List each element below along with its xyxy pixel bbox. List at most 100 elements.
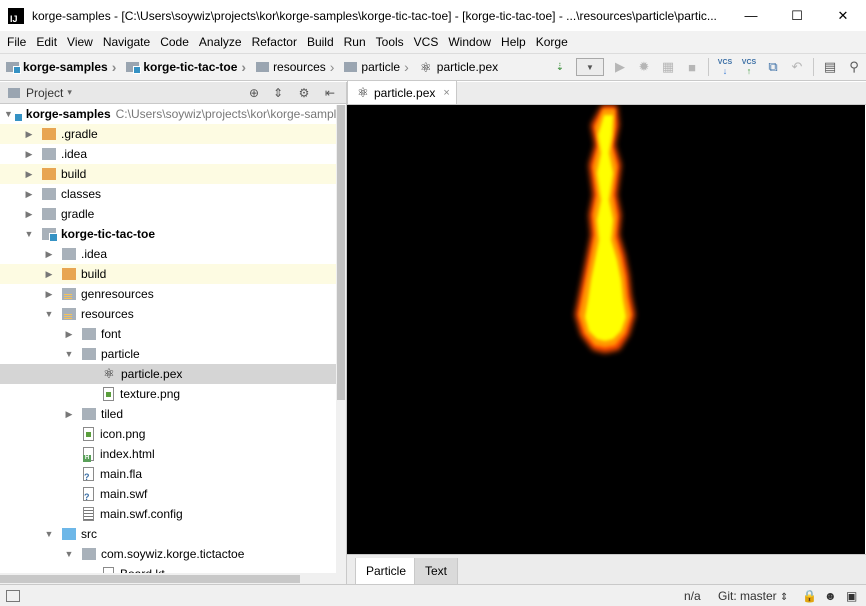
tree-expand-arrow[interactable]: ▶: [44, 289, 54, 300]
menu-vcs[interactable]: VCS: [409, 31, 444, 53]
debug-icon[interactable]: ✹: [633, 56, 655, 78]
text-file-icon: [83, 507, 94, 521]
project-vertical-scrollbar[interactable]: [336, 105, 346, 584]
tree-expand-arrow[interactable]: ▼: [4, 109, 13, 119]
breadcrumb-korge-tic-tac-toe[interactable]: korge-tic-tac-toe ›: [120, 54, 250, 80]
chevron-right-icon: ›: [111, 59, 117, 75]
search-everywhere-icon[interactable]: ⚲: [843, 56, 865, 78]
menu-help[interactable]: Help: [496, 31, 531, 53]
menu-analyze[interactable]: Analyze: [194, 31, 247, 53]
read-only-lock-icon[interactable]: 🔒: [802, 589, 817, 603]
tree-row[interactable]: ▼ korge-tic-tac-toe: [0, 224, 346, 244]
vcs-update-icon[interactable]: VCS ↓: [714, 56, 736, 78]
menu-code[interactable]: Code: [155, 31, 194, 53]
project-horizontal-scrollbar[interactable]: [0, 573, 336, 584]
tree-expand-arrow[interactable]: ▼: [44, 309, 54, 319]
tree-label: particle.pex: [121, 367, 183, 381]
tree-expand-arrow[interactable]: ▶: [24, 129, 34, 140]
tree-expand-arrow[interactable]: ▼: [64, 349, 74, 359]
tool-windows-toggle-icon[interactable]: [6, 589, 20, 602]
tree-expand-arrow[interactable]: ▶: [44, 269, 54, 280]
tree-expand-arrow[interactable]: ▼: [64, 549, 74, 559]
tree-label: main.swf.config: [100, 507, 183, 521]
tree-row[interactable]: texture.png: [0, 384, 346, 404]
tree-expand-arrow[interactable]: ▶: [64, 329, 74, 340]
editor-tab-label: particle.pex: [374, 85, 436, 100]
tree-row[interactable]: ▶ build: [0, 264, 346, 284]
event-log-icon[interactable]: ▣: [846, 589, 857, 603]
minimize-button[interactable]: —: [728, 0, 774, 31]
tree-expand-arrow[interactable]: ▶: [24, 169, 34, 180]
tree-row[interactable]: ▼ particle: [0, 344, 346, 364]
tab-text[interactable]: Text: [414, 558, 459, 585]
scrollbar-thumb[interactable]: [0, 575, 300, 583]
settings-gear-icon[interactable]: ⚙: [296, 85, 312, 101]
particle-preview-canvas[interactable]: [347, 105, 865, 554]
breadcrumb-particle-pex[interactable]: ⚛ particle.pex: [413, 54, 502, 80]
tree-row[interactable]: ▶ classes: [0, 184, 346, 204]
tree-row[interactable]: ▶ gradle: [0, 204, 346, 224]
inspector-icon[interactable]: ☻: [824, 589, 837, 603]
scrollbar-thumb[interactable]: [337, 105, 345, 400]
editor-tab-particle-pex[interactable]: ⚛ particle.pex ×: [347, 81, 457, 104]
menu-korge[interactable]: Korge: [531, 31, 573, 53]
close-tab-icon[interactable]: ×: [443, 87, 449, 99]
tree-row[interactable]: ▶ .idea: [0, 244, 346, 264]
revert-icon[interactable]: ↶: [786, 56, 808, 78]
tree-expand-arrow[interactable]: ▶: [24, 189, 34, 200]
project-structure-icon[interactable]: ▤: [819, 56, 841, 78]
menu-refactor[interactable]: Refactor: [247, 31, 302, 53]
tree-expand-arrow[interactable]: ▶: [44, 249, 54, 260]
caret-position[interactable]: n/a: [684, 589, 701, 603]
tree-row[interactable]: ▶ genresources: [0, 284, 346, 304]
tree-row[interactable]: main.swf: [0, 484, 346, 504]
tree-expand-arrow[interactable]: ▼: [24, 229, 34, 239]
tree-row[interactable]: ▶ tiled: [0, 404, 346, 424]
tree-row[interactable]: main.swf.config: [0, 504, 346, 524]
run-configuration-dropdown[interactable]: ▼: [576, 58, 604, 76]
hide-panel-icon[interactable]: ⇤: [322, 85, 338, 101]
menu-navigate[interactable]: Navigate: [98, 31, 155, 53]
menu-build[interactable]: Build: [302, 31, 339, 53]
tree-row[interactable]: ▼ korge-samples C:\Users\soywiz\projects…: [0, 104, 346, 124]
tree-row[interactable]: ▶ .gradle: [0, 124, 346, 144]
tree-expand-arrow[interactable]: ▶: [24, 209, 34, 220]
breadcrumb-korge-samples[interactable]: korge-samples ›: [0, 54, 120, 80]
git-branch-widget[interactable]: Git: master ⇕: [718, 589, 788, 603]
vcs-compare-icon[interactable]: ⧉: [762, 56, 784, 78]
menu-edit[interactable]: Edit: [31, 31, 62, 53]
collapse-all-icon[interactable]: ⇕: [270, 85, 286, 101]
stop-icon[interactable]: ■: [681, 56, 703, 78]
breadcrumb-resources[interactable]: resources ›: [250, 54, 338, 80]
tree-row[interactable]: index.html: [0, 444, 346, 464]
tree-expand-arrow[interactable]: ▼: [44, 529, 54, 539]
close-window-button[interactable]: ✕: [820, 0, 866, 31]
tree-row[interactable]: ▶ .idea: [0, 144, 346, 164]
maximize-button[interactable]: ☐: [774, 0, 820, 31]
scroll-from-source-icon[interactable]: ⊕: [246, 85, 262, 101]
folder-icon: [82, 348, 96, 360]
tree-row[interactable]: ▶ build: [0, 164, 346, 184]
menu-tools[interactable]: Tools: [371, 31, 409, 53]
project-view-selector[interactable]: Project ▾: [26, 86, 72, 100]
tree-row[interactable]: ▼ com.soywiz.korge.tictactoe: [0, 544, 346, 564]
menu-run[interactable]: Run: [339, 31, 371, 53]
menu-window[interactable]: Window: [443, 31, 496, 53]
menu-file[interactable]: File: [2, 31, 31, 53]
tree-row[interactable]: main.fla: [0, 464, 346, 484]
tree-row-selected[interactable]: ⚛ particle.pex: [0, 364, 346, 384]
tree-row[interactable]: icon.png: [0, 424, 346, 444]
tree-expand-arrow[interactable]: ▶: [24, 149, 34, 160]
tree-row[interactable]: ▶ font: [0, 324, 346, 344]
make-project-icon[interactable]: ⇣: [549, 56, 571, 78]
vcs-commit-icon[interactable]: VCS ↑: [738, 56, 760, 78]
menu-view[interactable]: View: [62, 31, 98, 53]
tree-expand-arrow[interactable]: ▶: [64, 409, 74, 420]
breadcrumb-particle[interactable]: particle ›: [338, 54, 412, 80]
run-icon[interactable]: ▶: [609, 56, 631, 78]
folder-icon: [82, 408, 96, 420]
tree-row[interactable]: ▼ src: [0, 524, 346, 544]
tab-particle[interactable]: Particle: [355, 558, 418, 585]
coverage-icon[interactable]: ▦: [657, 56, 679, 78]
tree-row[interactable]: ▼ resources: [0, 304, 346, 324]
